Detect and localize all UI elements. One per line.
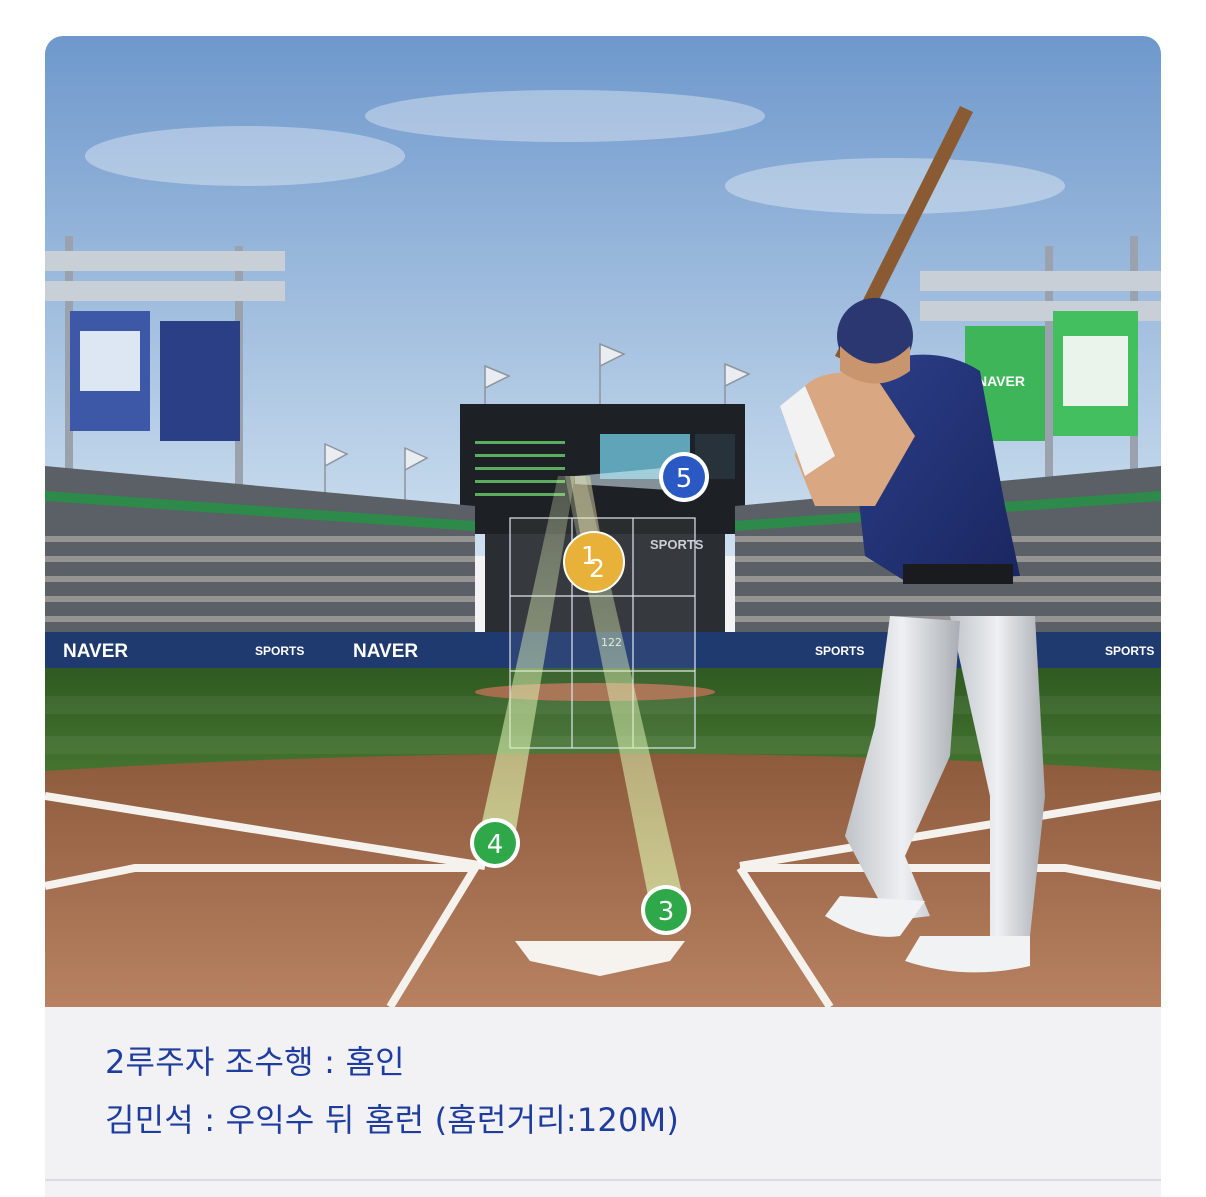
play-card: NAVER SPORTS NAVER NAVER SPORTS SPORTS S… bbox=[45, 36, 1161, 1197]
svg-text:NAVER: NAVER bbox=[977, 373, 1025, 389]
pitch-marker-1-2[interactable]: 1 2 bbox=[563, 531, 625, 593]
wall-brand-1: NAVER bbox=[63, 641, 128, 662]
wall-sports-1: SPORTS bbox=[255, 644, 304, 658]
play-caption: 2루주자 조수행 : 홈인 김민석 : 우익수 뒤 홈런 (홈런거리:120M) bbox=[45, 1007, 1161, 1179]
wall-brand-2: NAVER bbox=[353, 641, 418, 662]
pitch-marker-3[interactable]: 3 bbox=[641, 885, 691, 935]
pitch-marker-4[interactable]: 4 bbox=[470, 818, 520, 868]
svg-text:4: 4 bbox=[487, 830, 504, 860]
pitch-marker-5[interactable]: 5 bbox=[659, 452, 709, 502]
svg-text:5: 5 bbox=[676, 464, 693, 494]
wall-sports-3: SPORTS bbox=[1105, 644, 1154, 658]
stadium-scene: NAVER SPORTS NAVER NAVER SPORTS SPORTS S… bbox=[45, 36, 1161, 1007]
svg-text:3: 3 bbox=[658, 897, 675, 927]
runner-result-text: 2루주자 조수행 : 홈인 bbox=[105, 1043, 405, 1081]
pitch-marker-2-label: 2 bbox=[589, 554, 605, 583]
divider bbox=[45, 1179, 1161, 1181]
batter-result-text: 김민석 : 우익수 뒤 홈런 (홈런거리:120M) bbox=[105, 1101, 679, 1139]
wall-sports-2: SPORTS bbox=[815, 644, 864, 658]
